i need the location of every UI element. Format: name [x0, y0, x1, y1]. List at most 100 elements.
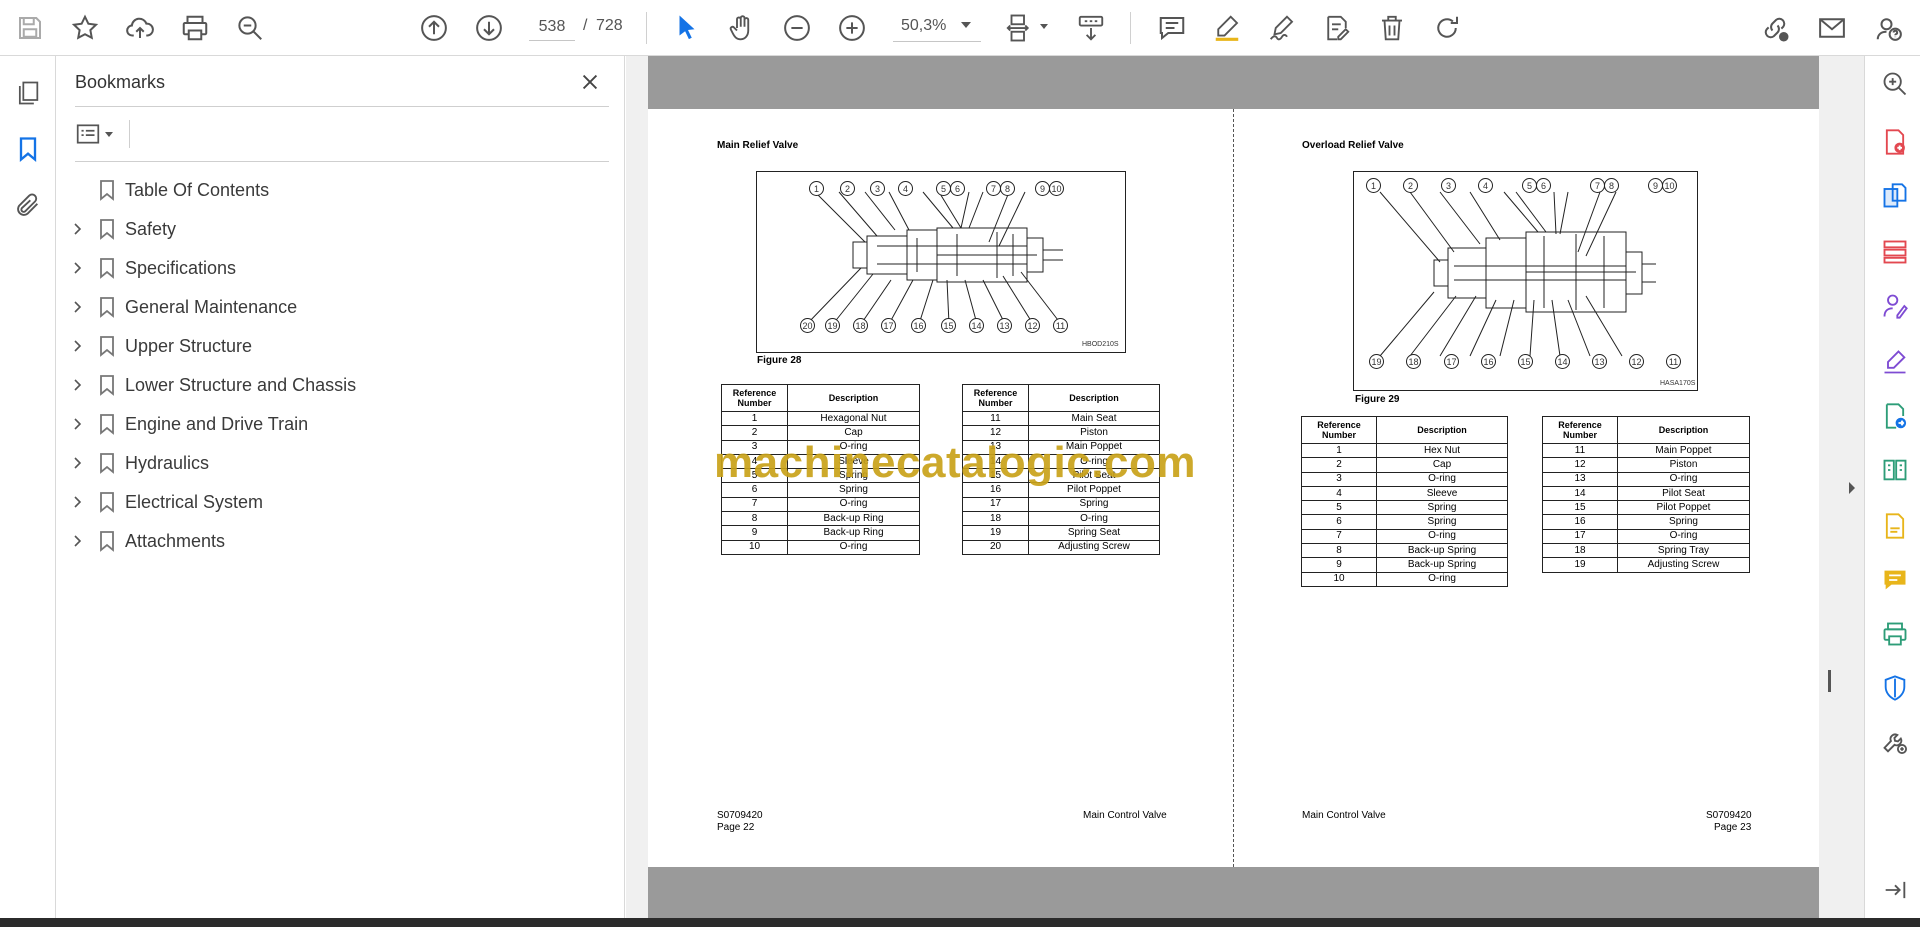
sign-icon[interactable] [1263, 9, 1301, 47]
table-row: 13 O-ring [1542, 471, 1750, 487]
chevron-down-icon[interactable] [961, 22, 971, 28]
attachment-icon[interactable] [10, 187, 46, 223]
description: O-ring [1376, 571, 1508, 587]
create-pdf-icon[interactable] [1879, 180, 1911, 212]
table-row: 10 O-ring [721, 539, 920, 555]
ref-number: 19 [962, 525, 1029, 541]
highlight-pen-icon[interactable] [1208, 9, 1246, 47]
ref-number: 2 [1301, 457, 1377, 473]
share-link-icon[interactable] [1756, 9, 1794, 47]
star-icon[interactable] [66, 9, 104, 47]
send-review-icon[interactable] [1879, 400, 1911, 432]
scroll-thumb[interactable] [1828, 670, 1831, 692]
page-down-icon[interactable] [470, 9, 508, 47]
table-row: 8 Back-up Ring [721, 511, 920, 527]
description: Hexagonal Nut [787, 410, 920, 427]
scroll-mode-icon[interactable] [1072, 9, 1110, 47]
description: Hex Nut [1376, 442, 1508, 459]
divider [129, 120, 130, 148]
toolbar-divider [646, 12, 647, 44]
bookmark-item-upper-structure[interactable]: Upper Structure [57, 326, 617, 365]
bookmark-label: General Maintenance [125, 297, 298, 317]
callout-9: 9 [1035, 181, 1050, 196]
chevron-right-icon[interactable] [69, 377, 85, 393]
comment-icon[interactable] [1153, 9, 1191, 47]
fill-sign-icon[interactable] [1879, 346, 1911, 378]
bookmark-label: Engine and Drive Train [125, 414, 309, 434]
bookmark-item-table-of-contents[interactable]: Table Of Contents [57, 170, 617, 209]
bookmark-item-safety[interactable]: Safety [57, 209, 617, 248]
select-cursor-icon[interactable] [668, 9, 706, 47]
bookmark-options-button[interactable] [75, 119, 121, 149]
page-up-icon[interactable] [415, 9, 453, 47]
compare-files-icon[interactable] [1879, 454, 1911, 486]
chevron-right-icon[interactable] [69, 338, 85, 354]
callout-10: 10 [1662, 178, 1677, 193]
more-tools-icon[interactable] [1879, 726, 1911, 758]
request-signature-icon[interactable] [1879, 290, 1911, 322]
table-row: 17 Spring [962, 496, 1160, 513]
bookmark-item-electrical-system[interactable]: Electrical System [57, 482, 617, 521]
account-help-icon[interactable] [1870, 9, 1908, 47]
delete-icon[interactable] [1373, 9, 1411, 47]
print-production-icon[interactable] [1879, 618, 1911, 650]
callout-7: 7 [1590, 178, 1605, 193]
bookmark-icon[interactable] [10, 131, 46, 167]
callout-17: 17 [881, 318, 896, 333]
bookmark-item-attachments[interactable]: Attachments [57, 521, 617, 560]
ref-number: 17 [962, 496, 1029, 513]
scan-ocr-icon[interactable] [1879, 510, 1911, 542]
ref-number: 17 [1542, 528, 1618, 545]
print-icon[interactable] [176, 9, 214, 47]
top-toolbar: / 728 50,3% [0, 0, 1920, 56]
close-icon[interactable] [576, 68, 604, 96]
collapse-pane-icon[interactable] [1879, 874, 1911, 906]
page-number-input[interactable] [529, 13, 575, 41]
callout-14: 14 [1555, 354, 1570, 369]
zoom-in-icon[interactable] [833, 9, 871, 47]
search-zoom-icon[interactable] [1879, 68, 1911, 100]
ref-number: 1 [1301, 442, 1377, 459]
save-icon[interactable] [11, 9, 49, 47]
edit-form-icon[interactable] [1318, 9, 1356, 47]
zoom-out-icon[interactable] [778, 9, 816, 47]
protect-icon[interactable] [1879, 672, 1911, 704]
organize-pages-icon[interactable] [1879, 236, 1911, 268]
chevron-right-icon[interactable] [69, 416, 85, 432]
export-pdf-icon[interactable] [1879, 126, 1911, 158]
chevron-right-icon[interactable] [69, 494, 85, 510]
callout-13: 13 [997, 318, 1012, 333]
ref-number: 4 [1301, 485, 1377, 502]
divider [75, 161, 609, 162]
bookmark-item-specifications[interactable]: Specifications [57, 248, 617, 287]
chevron-down-icon[interactable] [1040, 24, 1048, 29]
page-thumbnails-icon[interactable] [10, 75, 46, 111]
chevron-right-icon[interactable] [69, 455, 85, 471]
bookmarks-panel: Bookmarks Table Of Contents Safety Speci… [57, 56, 625, 918]
bookmark-item-hydraulics[interactable]: Hydraulics [57, 443, 617, 482]
rotate-icon[interactable] [1428, 9, 1466, 47]
chevron-right-icon[interactable] [69, 299, 85, 315]
callout-16: 16 [1481, 354, 1496, 369]
email-icon[interactable] [1813, 9, 1851, 47]
zoom-search-icon[interactable] [231, 9, 269, 47]
bookmark-item-general-maintenance[interactable]: General Maintenance [57, 287, 617, 326]
upload-cloud-icon[interactable] [121, 9, 159, 47]
description: O-ring [1617, 471, 1750, 487]
bookmark-item-engine-drive-train[interactable]: Engine and Drive Train [57, 404, 617, 443]
comment-tool-icon[interactable] [1879, 564, 1911, 596]
hand-icon[interactable] [723, 9, 761, 47]
chevron-right-icon[interactable] [69, 533, 85, 549]
bookmark-label: Hydraulics [125, 453, 210, 473]
list-options-icon [76, 124, 100, 144]
description: O-ring [1028, 511, 1160, 527]
callout-15: 15 [1518, 354, 1533, 369]
ref-number: 13 [1542, 471, 1618, 487]
chevron-right-icon[interactable] [69, 260, 85, 276]
page-fit-icon[interactable] [1000, 9, 1038, 47]
bookmark-item-lower-structure[interactable]: Lower Structure and Chassis [57, 365, 617, 404]
table-row: 2 Cap [1301, 457, 1508, 473]
page-separator: / [583, 17, 588, 34]
collapse-right-panel-icon[interactable] [1846, 480, 1858, 496]
chevron-right-icon[interactable] [69, 221, 85, 237]
